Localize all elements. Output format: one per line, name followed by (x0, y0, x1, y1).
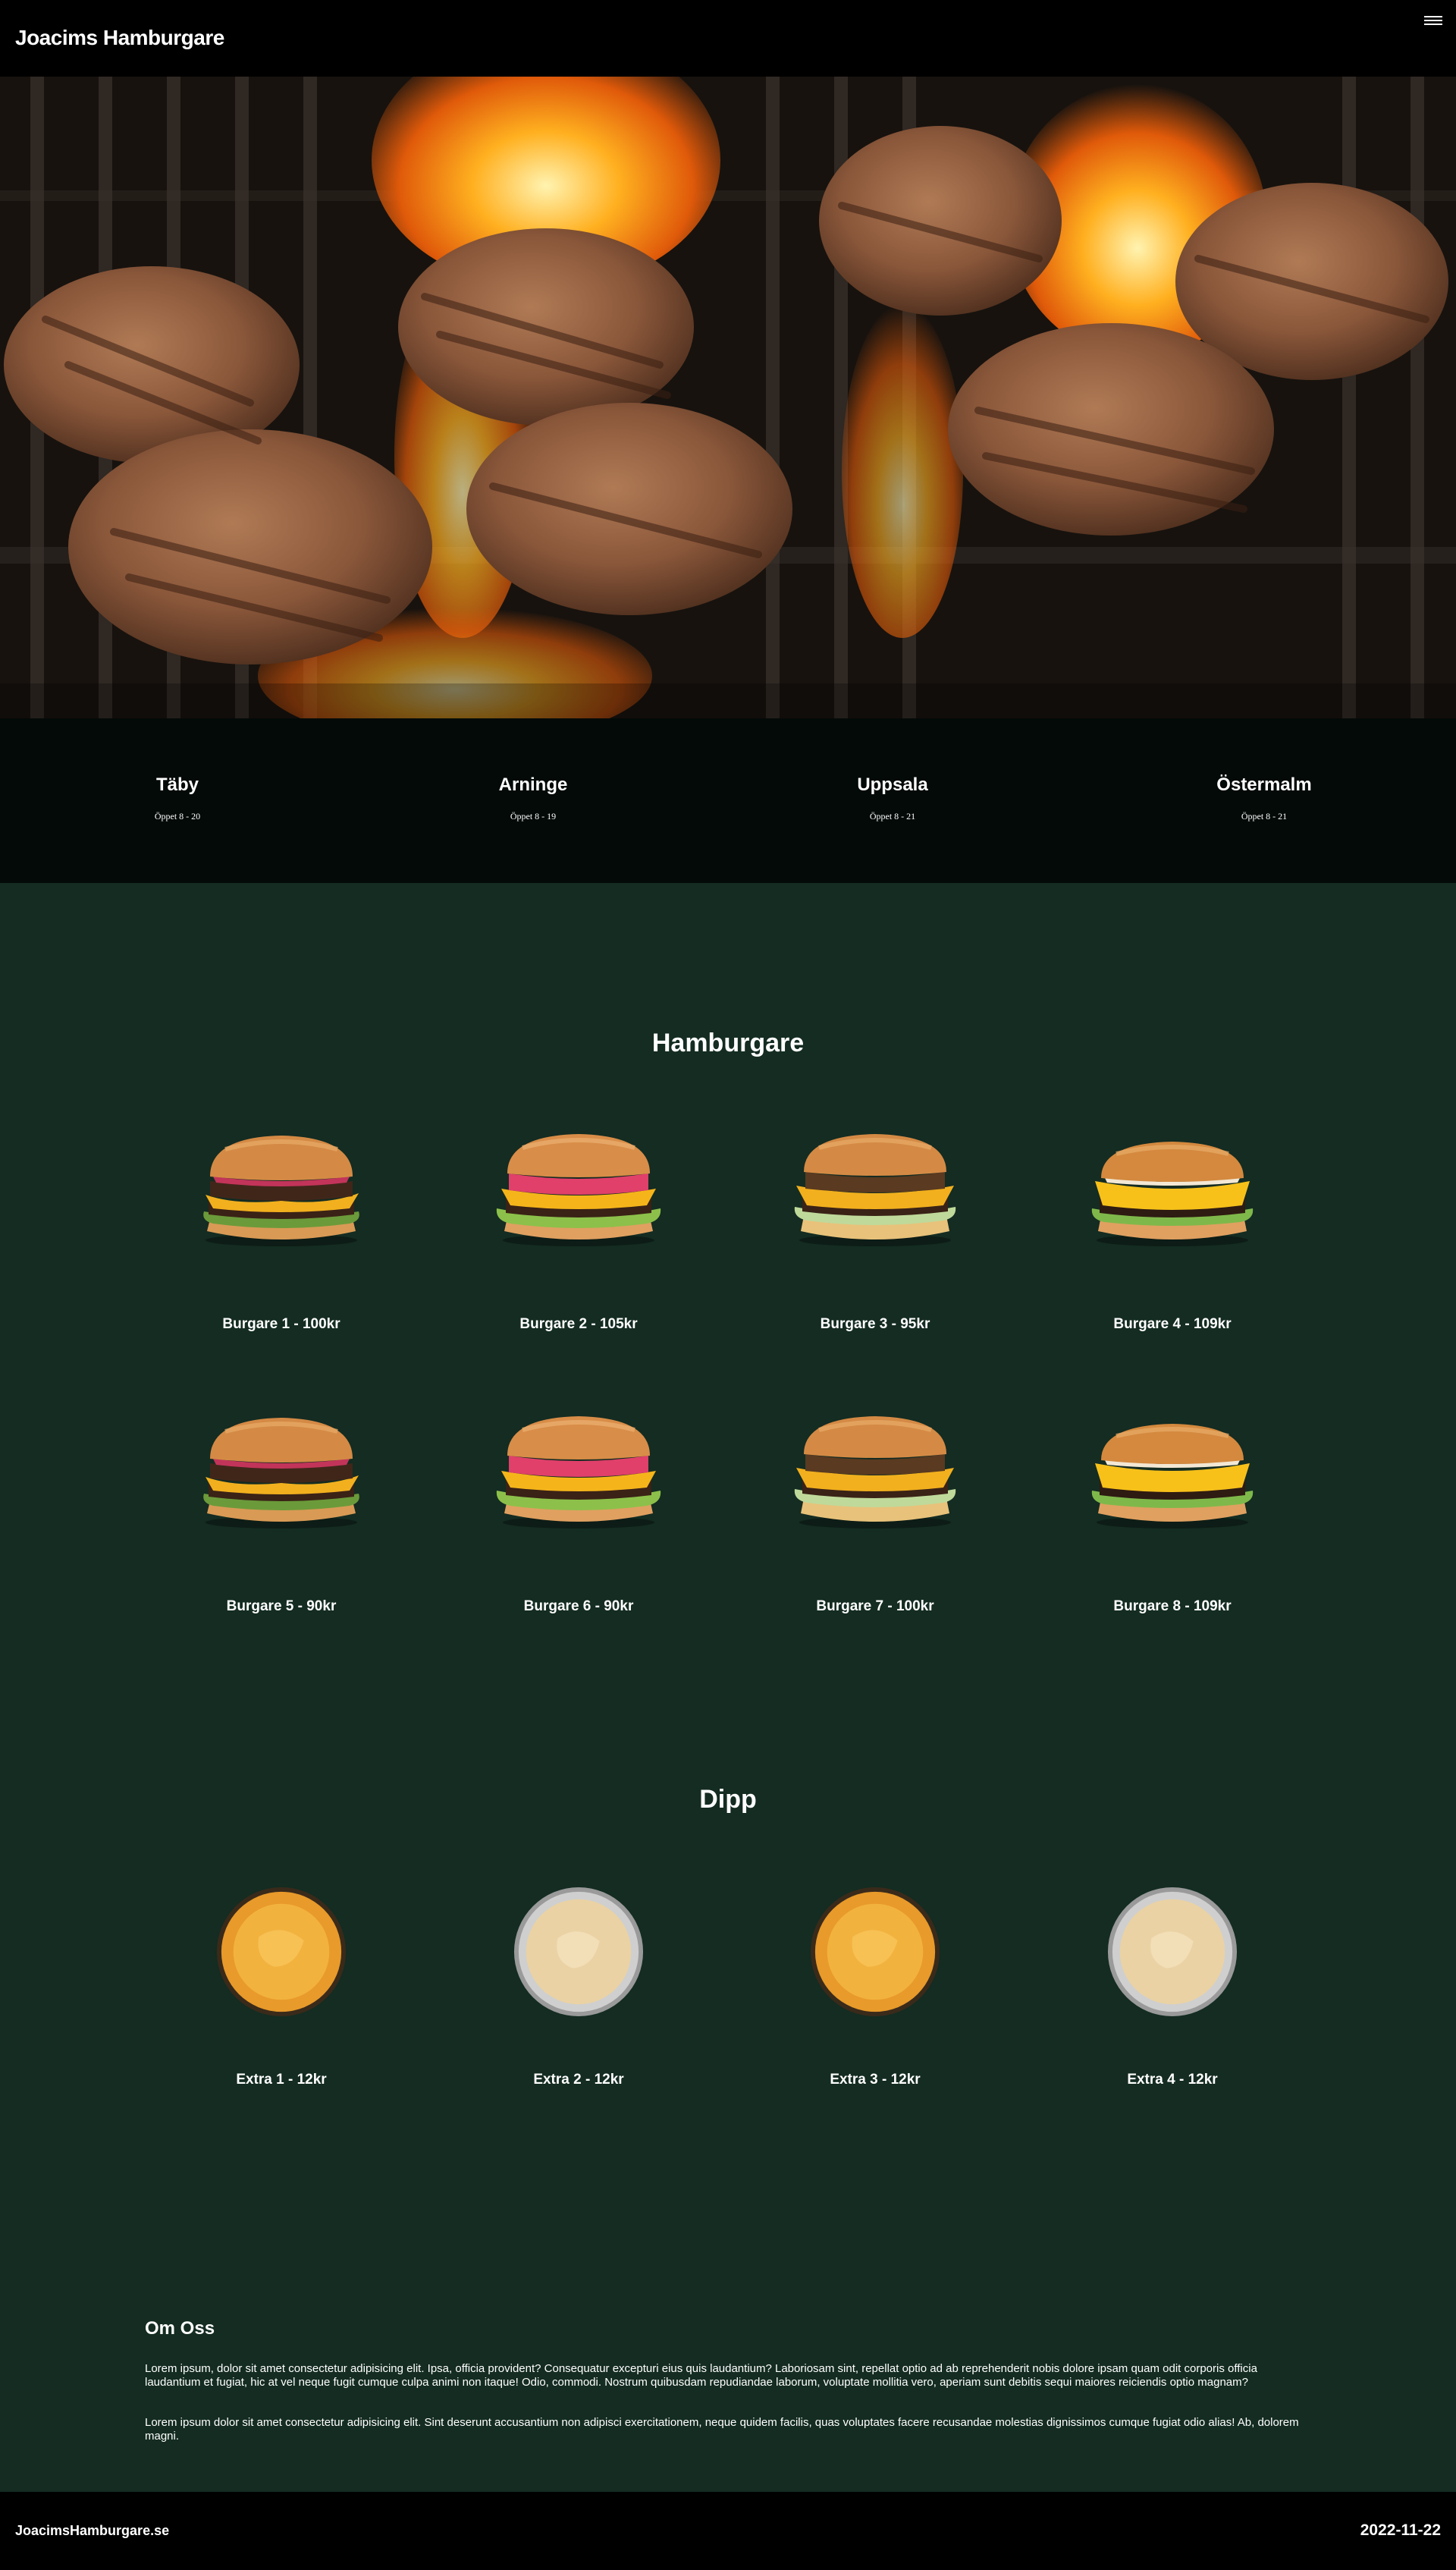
product-burger-4[interactable]: Burgare 4 - 109kr (1059, 1126, 1286, 1332)
location-taby: Täby Öppet 8 - 20 (64, 774, 291, 822)
product-label: Extra 2 - 12kr (533, 2072, 624, 2088)
burger-image (1081, 1126, 1263, 1248)
menu-line (1424, 24, 1442, 25)
about-title: Om Oss (145, 2318, 215, 2339)
product-label: Burgare 5 - 90kr (226, 1598, 337, 1614)
grill-illustration (0, 77, 1456, 718)
location-name: Uppsala (857, 774, 928, 795)
hamburger-menu-icon[interactable] (1424, 14, 1442, 30)
burger-image (784, 1409, 966, 1530)
location-name: Täby (155, 774, 199, 795)
product-label: Burgare 4 - 109kr (1113, 1316, 1232, 1332)
about-paragraph-1: Lorem ipsum, dolor sit amet consectetur … (145, 2362, 1257, 2389)
product-label: Burgare 2 - 105kr (519, 1316, 638, 1332)
product-label: Extra 3 - 12kr (830, 2072, 921, 2088)
location-hours: Öppet 8 - 21 (1241, 811, 1288, 822)
footer-date: 2022-11-22 (1360, 2521, 1441, 2539)
location-arninge: Arninge Öppet 8 - 19 (419, 774, 647, 822)
burger-image (488, 1409, 670, 1530)
menu-line (1424, 16, 1442, 17)
location-name: Östermalm (1216, 774, 1312, 795)
product-dip-4[interactable]: Extra 4 - 12kr (1059, 1884, 1286, 2088)
about-paragraph-2: Lorem ipsum dolor sit amet consectetur a… (145, 2416, 1299, 2443)
site-footer: JoacimsHamburgare.se 2022-11-22 (0, 2492, 1456, 2570)
product-label: Burgare 6 - 90kr (523, 1598, 634, 1614)
location-hours: Öppet 8 - 20 (154, 811, 201, 822)
hero-image (0, 77, 1456, 718)
product-label: Extra 4 - 12kr (1127, 2072, 1218, 2088)
product-burger-2[interactable]: Burgare 2 - 105kr (465, 1126, 692, 1332)
dip-image (808, 1884, 943, 2019)
product-dip-1[interactable]: Extra 1 - 12kr (168, 1884, 395, 2088)
menu-line (1424, 20, 1442, 21)
dip-image (511, 1884, 646, 2019)
burger-image (190, 1409, 372, 1530)
product-burger-1[interactable]: Burgare 1 - 100kr (168, 1126, 395, 1332)
product-label: Burgare 7 - 100kr (816, 1598, 934, 1614)
location-name: Arninge (498, 774, 568, 795)
locations-bar: Täby Öppet 8 - 20 Arninge Öppet 8 - 19 U… (0, 718, 1456, 883)
site-header: Joacims Hamburgare (0, 0, 1456, 77)
burger-image (784, 1126, 966, 1248)
location-ostermalm: Östermalm Öppet 8 - 21 (1150, 774, 1378, 822)
dip-image (1105, 1884, 1240, 2019)
location-uppsala: Uppsala Öppet 8 - 21 (779, 774, 1006, 822)
product-label: Burgare 8 - 109kr (1113, 1598, 1232, 1614)
location-hours: Öppet 8 - 21 (869, 811, 916, 822)
footer-site-link[interactable]: JoacimsHamburgare.se (15, 2523, 169, 2539)
burger-image (488, 1126, 670, 1248)
product-label: Burgare 3 - 95kr (820, 1316, 930, 1332)
brand-title[interactable]: Joacims Hamburgare (15, 26, 224, 50)
product-burger-7[interactable]: Burgare 7 - 100kr (761, 1409, 989, 1614)
burger-image (1081, 1409, 1263, 1530)
product-burger-5[interactable]: Burgare 5 - 90kr (168, 1409, 395, 1614)
product-label: Extra 1 - 12kr (236, 2072, 327, 2088)
product-burger-6[interactable]: Burgare 6 - 90kr (465, 1409, 692, 1614)
dip-image (214, 1884, 349, 2019)
product-dip-2[interactable]: Extra 2 - 12kr (465, 1884, 692, 2088)
burgers-title: Hamburgare (651, 1029, 805, 1057)
location-hours: Öppet 8 - 19 (510, 811, 557, 822)
burger-image (190, 1126, 372, 1248)
product-burger-3[interactable]: Burgare 3 - 95kr (761, 1126, 989, 1332)
dips-title: Dipp (699, 1785, 757, 1814)
product-burger-8[interactable]: Burgare 8 - 109kr (1059, 1409, 1286, 1614)
product-label: Burgare 1 - 100kr (222, 1316, 340, 1332)
product-dip-3[interactable]: Extra 3 - 12kr (761, 1884, 989, 2088)
